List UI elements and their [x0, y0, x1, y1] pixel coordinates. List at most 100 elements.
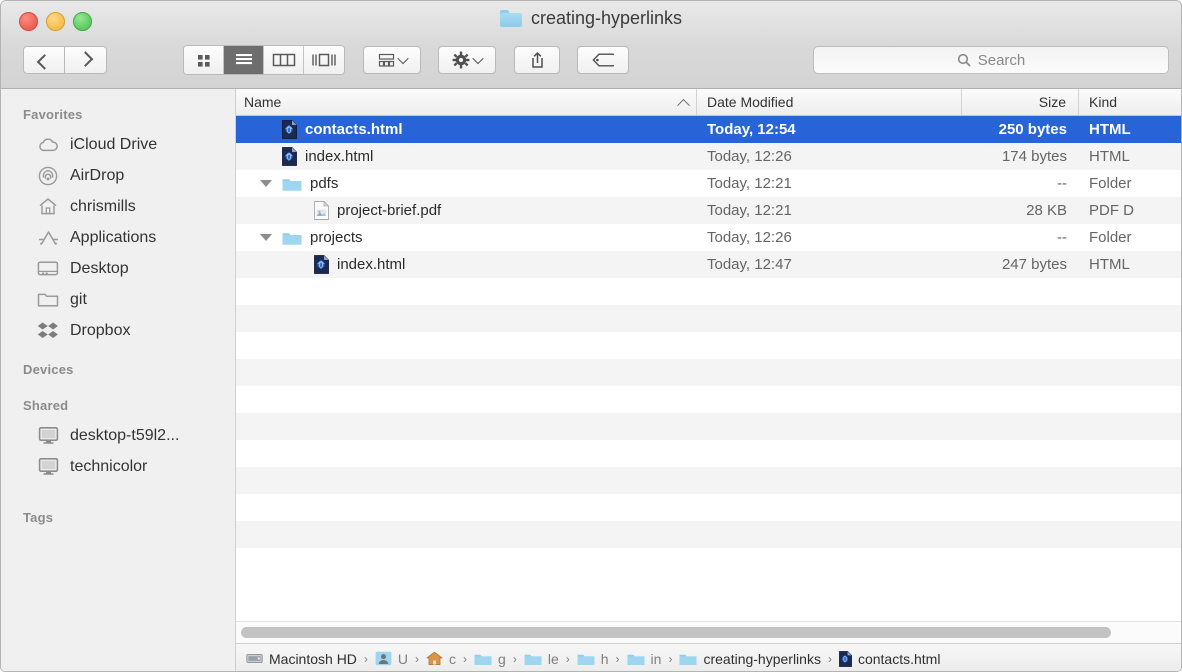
html-file-icon	[282, 147, 297, 166]
file-list[interactable]: contacts.html Today, 12:54 250 bytes HTML i…	[236, 116, 1181, 621]
breadcrumb-item[interactable]: c	[426, 651, 456, 667]
date-modified-cell: Today, 12:26	[707, 148, 792, 165]
window-title-label: creating-hyperlinks	[530, 8, 683, 28]
html-file-icon	[282, 120, 297, 139]
search-field[interactable]: Search	[813, 46, 1169, 74]
sidebar-section-shared-header: Shared	[23, 398, 69, 413]
list-view-button[interactable]	[224, 46, 264, 74]
gallery-view-button[interactable]	[304, 46, 344, 74]
breadcrumb-label: c	[449, 650, 457, 667]
dropbox-icon	[37, 321, 59, 341]
column-header-label: Kind	[1089, 94, 1118, 110]
breadcrumb-label: in	[650, 650, 662, 667]
file-name-cell: project-brief.pdf	[236, 201, 697, 220]
breadcrumb-separator: ›	[827, 651, 832, 666]
table-row[interactable]: pdfs Today, 12:21 -- Folder	[236, 170, 1181, 197]
grid-icon	[198, 54, 210, 67]
kind-cell: HTML	[1089, 148, 1130, 165]
empty-row	[236, 440, 1181, 467]
sidebar-item-technicolor[interactable]: technicolor	[1, 451, 235, 482]
sidebar-section-devices-header: Devices	[23, 362, 74, 377]
sidebar-item-desktop[interactable]: Desktop	[1, 253, 235, 284]
html-file-icon	[314, 255, 329, 274]
breadcrumb-item[interactable]: le	[524, 651, 559, 667]
empty-row	[236, 305, 1181, 332]
sidebar-item-airdrop[interactable]: AirDrop	[1, 160, 235, 191]
back-button[interactable]	[23, 46, 65, 74]
file-name-label: projects	[310, 229, 363, 246]
chevron-right-icon	[77, 50, 94, 67]
sidebar-item-icloud-drive[interactable]: iCloud Drive	[1, 129, 235, 160]
arrange-button[interactable]	[363, 46, 421, 74]
action-menu-button[interactable]	[438, 46, 496, 74]
horizontal-scrollbar[interactable]	[236, 621, 1181, 643]
table-row[interactable]: projects Today, 12:26 -- Folder	[236, 224, 1181, 251]
sidebar: Favorites iCloud Drive AirDrop chrismill…	[1, 89, 236, 671]
file-name-cell: projects	[236, 229, 697, 246]
sidebar-item-desktop-t59l2[interactable]: desktop-t59l2...	[1, 420, 235, 451]
column-header-label: Date Modified	[707, 94, 794, 110]
sidebar-item-applications[interactable]: Applications	[1, 222, 235, 253]
folder-icon	[282, 230, 302, 246]
size-cell: --	[1057, 229, 1067, 246]
sidebar-item-dropbox[interactable]: Dropbox	[1, 315, 235, 346]
home-icon	[426, 651, 443, 665]
empty-row	[236, 548, 1181, 575]
date-modified-cell: Today, 12:47	[707, 256, 792, 273]
search-placeholder: Search	[977, 51, 1026, 69]
size-cell: --	[1057, 175, 1067, 192]
disclosure-triangle-expanded[interactable]	[260, 234, 272, 241]
sidebar-item-label: Desktop	[70, 259, 129, 277]
breadcrumb-item[interactable]: g	[474, 651, 506, 667]
folder-icon	[282, 176, 302, 192]
empty-row	[236, 494, 1181, 521]
file-name-label: contacts.html	[305, 121, 403, 138]
column-view-button[interactable]	[264, 46, 304, 74]
icon-view-button[interactable]	[184, 46, 224, 74]
forward-button[interactable]	[65, 46, 107, 74]
sidebar-item-label: technicolor	[70, 457, 148, 475]
column-header-kind[interactable]: Kind	[1079, 89, 1181, 115]
table-row[interactable]: project-brief.pdf Today, 12:21 28 KB PDF D	[236, 197, 1181, 224]
search-icon	[957, 53, 971, 67]
chevron-left-icon	[36, 53, 52, 70]
breadcrumb-item[interactable]: creating-hyperlinks	[679, 651, 821, 667]
sidebar-item-git[interactable]: git	[1, 284, 235, 315]
folder-icon	[577, 654, 595, 665]
scrollbar-thumb[interactable]	[241, 627, 1111, 638]
breadcrumb-item[interactable]: U	[375, 651, 408, 667]
table-row[interactable]: index.html Today, 12:26 174 bytes HTML	[236, 143, 1181, 170]
sidebar-item-label: Dropbox	[70, 321, 131, 339]
breadcrumb-item[interactable]: in	[627, 650, 662, 667]
breadcrumb-item[interactable]: contacts.html	[839, 651, 940, 667]
column-header-size[interactable]: Size	[962, 89, 1079, 115]
empty-row	[236, 278, 1181, 305]
empty-row	[236, 386, 1181, 413]
path-breadcrumb-bar[interactable]: Macintosh HD › U › c › g › le › h › in › creati…	[236, 643, 1181, 671]
table-row[interactable]: contacts.html Today, 12:54 250 bytes HTML	[236, 116, 1181, 143]
breadcrumb-item[interactable]: h	[577, 651, 609, 667]
column-header-name[interactable]: Name	[236, 89, 697, 115]
breadcrumb-label: h	[600, 650, 609, 667]
file-name-label: project-brief.pdf	[337, 202, 442, 219]
share-icon	[531, 51, 543, 68]
column-header-date-modified[interactable]: Date Modified	[697, 89, 962, 115]
tag-button[interactable]	[577, 46, 629, 74]
sidebar-item-label: iCloud Drive	[70, 135, 158, 153]
sidebar-item-chrismills[interactable]: chrismills	[1, 191, 235, 222]
folder-icon	[680, 654, 697, 665]
users-icon	[375, 651, 392, 666]
table-row[interactable]: index.html Today, 12:47 247 bytes HTML	[236, 251, 1181, 278]
home-icon	[37, 197, 59, 217]
column-headers: Name Date Modified Size Kind	[236, 89, 1181, 116]
size-cell: 174 bytes	[1001, 148, 1067, 165]
disclosure-triangle-expanded[interactable]	[260, 180, 272, 187]
kind-cell: PDF D	[1089, 202, 1134, 219]
breadcrumb-label: contacts.html	[857, 650, 941, 667]
breadcrumb-item[interactable]: Macintosh HD	[246, 651, 357, 667]
share-button[interactable]	[514, 46, 560, 74]
scrollbar-track[interactable]	[241, 627, 1176, 638]
window-body: Favorites iCloud Drive AirDrop chrismill…	[1, 89, 1181, 671]
file-name-cell: pdfs	[236, 175, 697, 192]
sidebar-section-favorites-header: Favorites	[23, 107, 83, 122]
